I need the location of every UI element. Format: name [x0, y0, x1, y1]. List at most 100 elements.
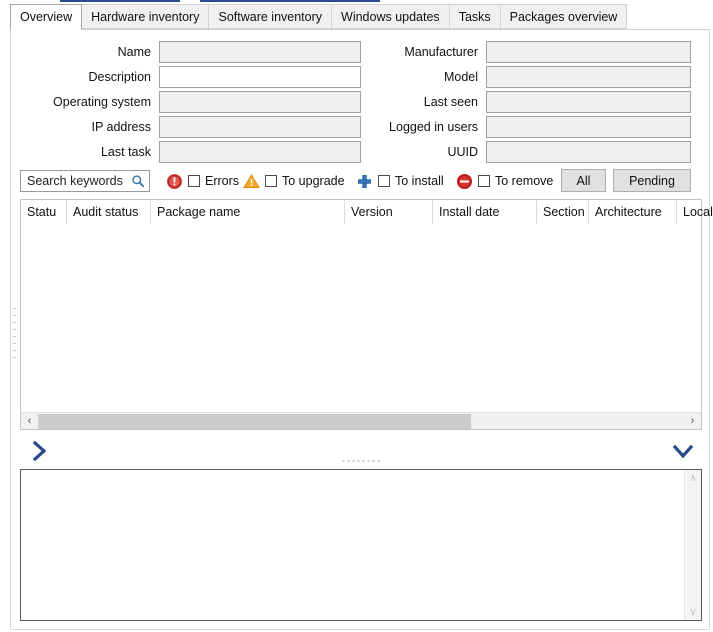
- tab-software-inventory[interactable]: Software inventory: [209, 4, 333, 29]
- filter-to-install[interactable]: To install: [356, 170, 444, 192]
- packages-table: Statu Audit status Package name Version Inst…: [20, 199, 713, 430]
- overview-panel: Name Description Operating system IP addres…: [10, 30, 713, 630]
- field-input-model: [486, 66, 691, 88]
- filter-to-remove-label: To remove: [495, 174, 554, 188]
- hscroll-left-arrow[interactable]: ‹: [21, 413, 38, 430]
- tab-strip: Overview Hardware inventory Software inven…: [10, 4, 628, 30]
- checkbox-to-install[interactable]: [378, 175, 390, 187]
- tab-label: Tasks: [458, 9, 491, 24]
- form-field-name: Name: [11, 41, 361, 63]
- column-header-label: Locale: [683, 205, 713, 219]
- hscroll-right-arrow[interactable]: ›: [684, 413, 701, 430]
- field-input-name: [159, 41, 361, 63]
- form-field-description: Description: [11, 66, 361, 88]
- filter-pending-button[interactable]: Pending: [613, 169, 691, 192]
- filter-to-remove[interactable]: To remove: [456, 170, 553, 192]
- field-label: IP address: [91, 120, 151, 134]
- details-text-area[interactable]: [21, 470, 684, 620]
- form-field-ip-address: IP address: [11, 116, 361, 138]
- filter-errors-label: Errors: [205, 174, 240, 188]
- tab-hardware-inventory[interactable]: Hardware inventory: [82, 4, 210, 29]
- field-input-last-task: [159, 141, 361, 163]
- field-input-last-seen: [486, 91, 691, 113]
- field-label: Model: [443, 70, 478, 84]
- chevron-down-icon[interactable]: [670, 438, 696, 464]
- tab-windows-updates[interactable]: Windows updates: [332, 4, 450, 29]
- filter-to-upgrade-label: To upgrade: [282, 174, 345, 188]
- form-field-last-seen: Last seen: [363, 91, 691, 113]
- column-header-label: Architecture: [595, 205, 662, 219]
- field-input-operating-system: [159, 91, 361, 113]
- vscroll-up-arrow[interactable]: ∧: [685, 470, 701, 486]
- tab-bar: Overview Hardware inventory Software inven…: [10, 4, 710, 30]
- field-label: UUID: [447, 145, 478, 159]
- form-field-model: Model: [363, 66, 691, 88]
- column-header-label: Version: [351, 205, 393, 219]
- packages-table-header: Statu Audit status Package name Version Inst…: [21, 200, 713, 225]
- filter-to-upgrade[interactable]: To upgrade: [243, 170, 345, 192]
- packages-table-body[interactable]: [21, 224, 701, 411]
- form-field-manufacturer: Manufacturer: [363, 41, 691, 63]
- details-vscrollbar[interactable]: ∧ ∨: [684, 470, 701, 620]
- column-header-label: Package name: [157, 205, 241, 219]
- column-header-audit-status[interactable]: Audit status: [67, 200, 151, 224]
- horizontal-splitter-grip[interactable]: [342, 460, 380, 462]
- field-input-logged-in-users: [486, 116, 691, 138]
- field-label: Last seen: [423, 95, 478, 109]
- field-input-ip-address: [159, 116, 361, 138]
- plus-icon: [358, 174, 371, 188]
- tab-label: Overview: [20, 10, 73, 24]
- checkbox-to-upgrade[interactable]: [265, 175, 277, 187]
- column-header-package-name[interactable]: Package name: [151, 200, 345, 224]
- column-header-locale[interactable]: Locale: [677, 200, 713, 224]
- tab-label: Hardware inventory: [91, 9, 200, 24]
- remove-circle-icon: [456, 173, 473, 189]
- tab-packages-overview[interactable]: Packages overview: [500, 4, 628, 29]
- packages-table-hscrollbar[interactable]: ‹ ›: [21, 412, 701, 429]
- chevron-right-icon[interactable]: [26, 438, 52, 464]
- column-header-label: Install date: [439, 205, 500, 219]
- column-header-install-date[interactable]: Install date: [433, 200, 537, 224]
- field-label: Description: [88, 70, 151, 84]
- form-field-operating-system: Operating system: [11, 91, 361, 113]
- column-header-statu[interactable]: Statu: [21, 200, 67, 224]
- field-label: Name: [117, 45, 151, 59]
- tab-baseline: [10, 29, 710, 30]
- search-icon: [132, 175, 145, 188]
- column-header-architecture[interactable]: Architecture: [589, 200, 677, 224]
- vscroll-down-arrow[interactable]: ∨: [685, 604, 701, 620]
- details-text-panel: ∧ ∨: [20, 469, 702, 621]
- tab-label: Software inventory: [218, 9, 323, 24]
- checkbox-to-remove[interactable]: [478, 175, 490, 187]
- form-field-uuid: UUID: [363, 141, 691, 163]
- packages-toolbar: Errors To upgrade To install: [11, 166, 710, 196]
- filter-errors[interactable]: Errors: [166, 170, 239, 192]
- field-label: Last task: [100, 145, 151, 159]
- checkbox-errors[interactable]: [188, 175, 200, 187]
- field-label: Logged in users: [389, 120, 478, 134]
- field-input-description[interactable]: [159, 66, 361, 88]
- field-input-uuid: [486, 141, 691, 163]
- column-header-section[interactable]: Section: [537, 200, 589, 224]
- hscroll-thumb[interactable]: [38, 413, 471, 429]
- tab-overview[interactable]: Overview: [10, 4, 83, 30]
- column-header-label: Statu: [27, 205, 57, 219]
- filter-all-button[interactable]: All: [561, 169, 606, 192]
- search-input[interactable]: [25, 173, 131, 189]
- field-input-manufacturer: [486, 41, 691, 63]
- error-circle-icon: [166, 173, 183, 189]
- tab-tasks[interactable]: Tasks: [449, 4, 501, 29]
- filter-to-install-label: To install: [395, 174, 444, 188]
- tab-label: Windows updates: [341, 9, 440, 24]
- column-header-version[interactable]: Version: [345, 200, 433, 224]
- field-label: Operating system: [53, 95, 151, 109]
- column-header-label: Audit status: [73, 205, 139, 219]
- search-box[interactable]: [20, 170, 150, 192]
- device-info-form: Name Description Operating system IP addres…: [11, 30, 710, 165]
- form-field-last-task: Last task: [11, 141, 361, 163]
- left-splitter-grip[interactable]: [13, 308, 18, 364]
- column-header-label: Section: [543, 205, 585, 219]
- form-field-logged-in-users: Logged in users: [363, 116, 691, 138]
- tab-label: Packages overview: [509, 9, 618, 24]
- hscroll-track[interactable]: [38, 413, 684, 430]
